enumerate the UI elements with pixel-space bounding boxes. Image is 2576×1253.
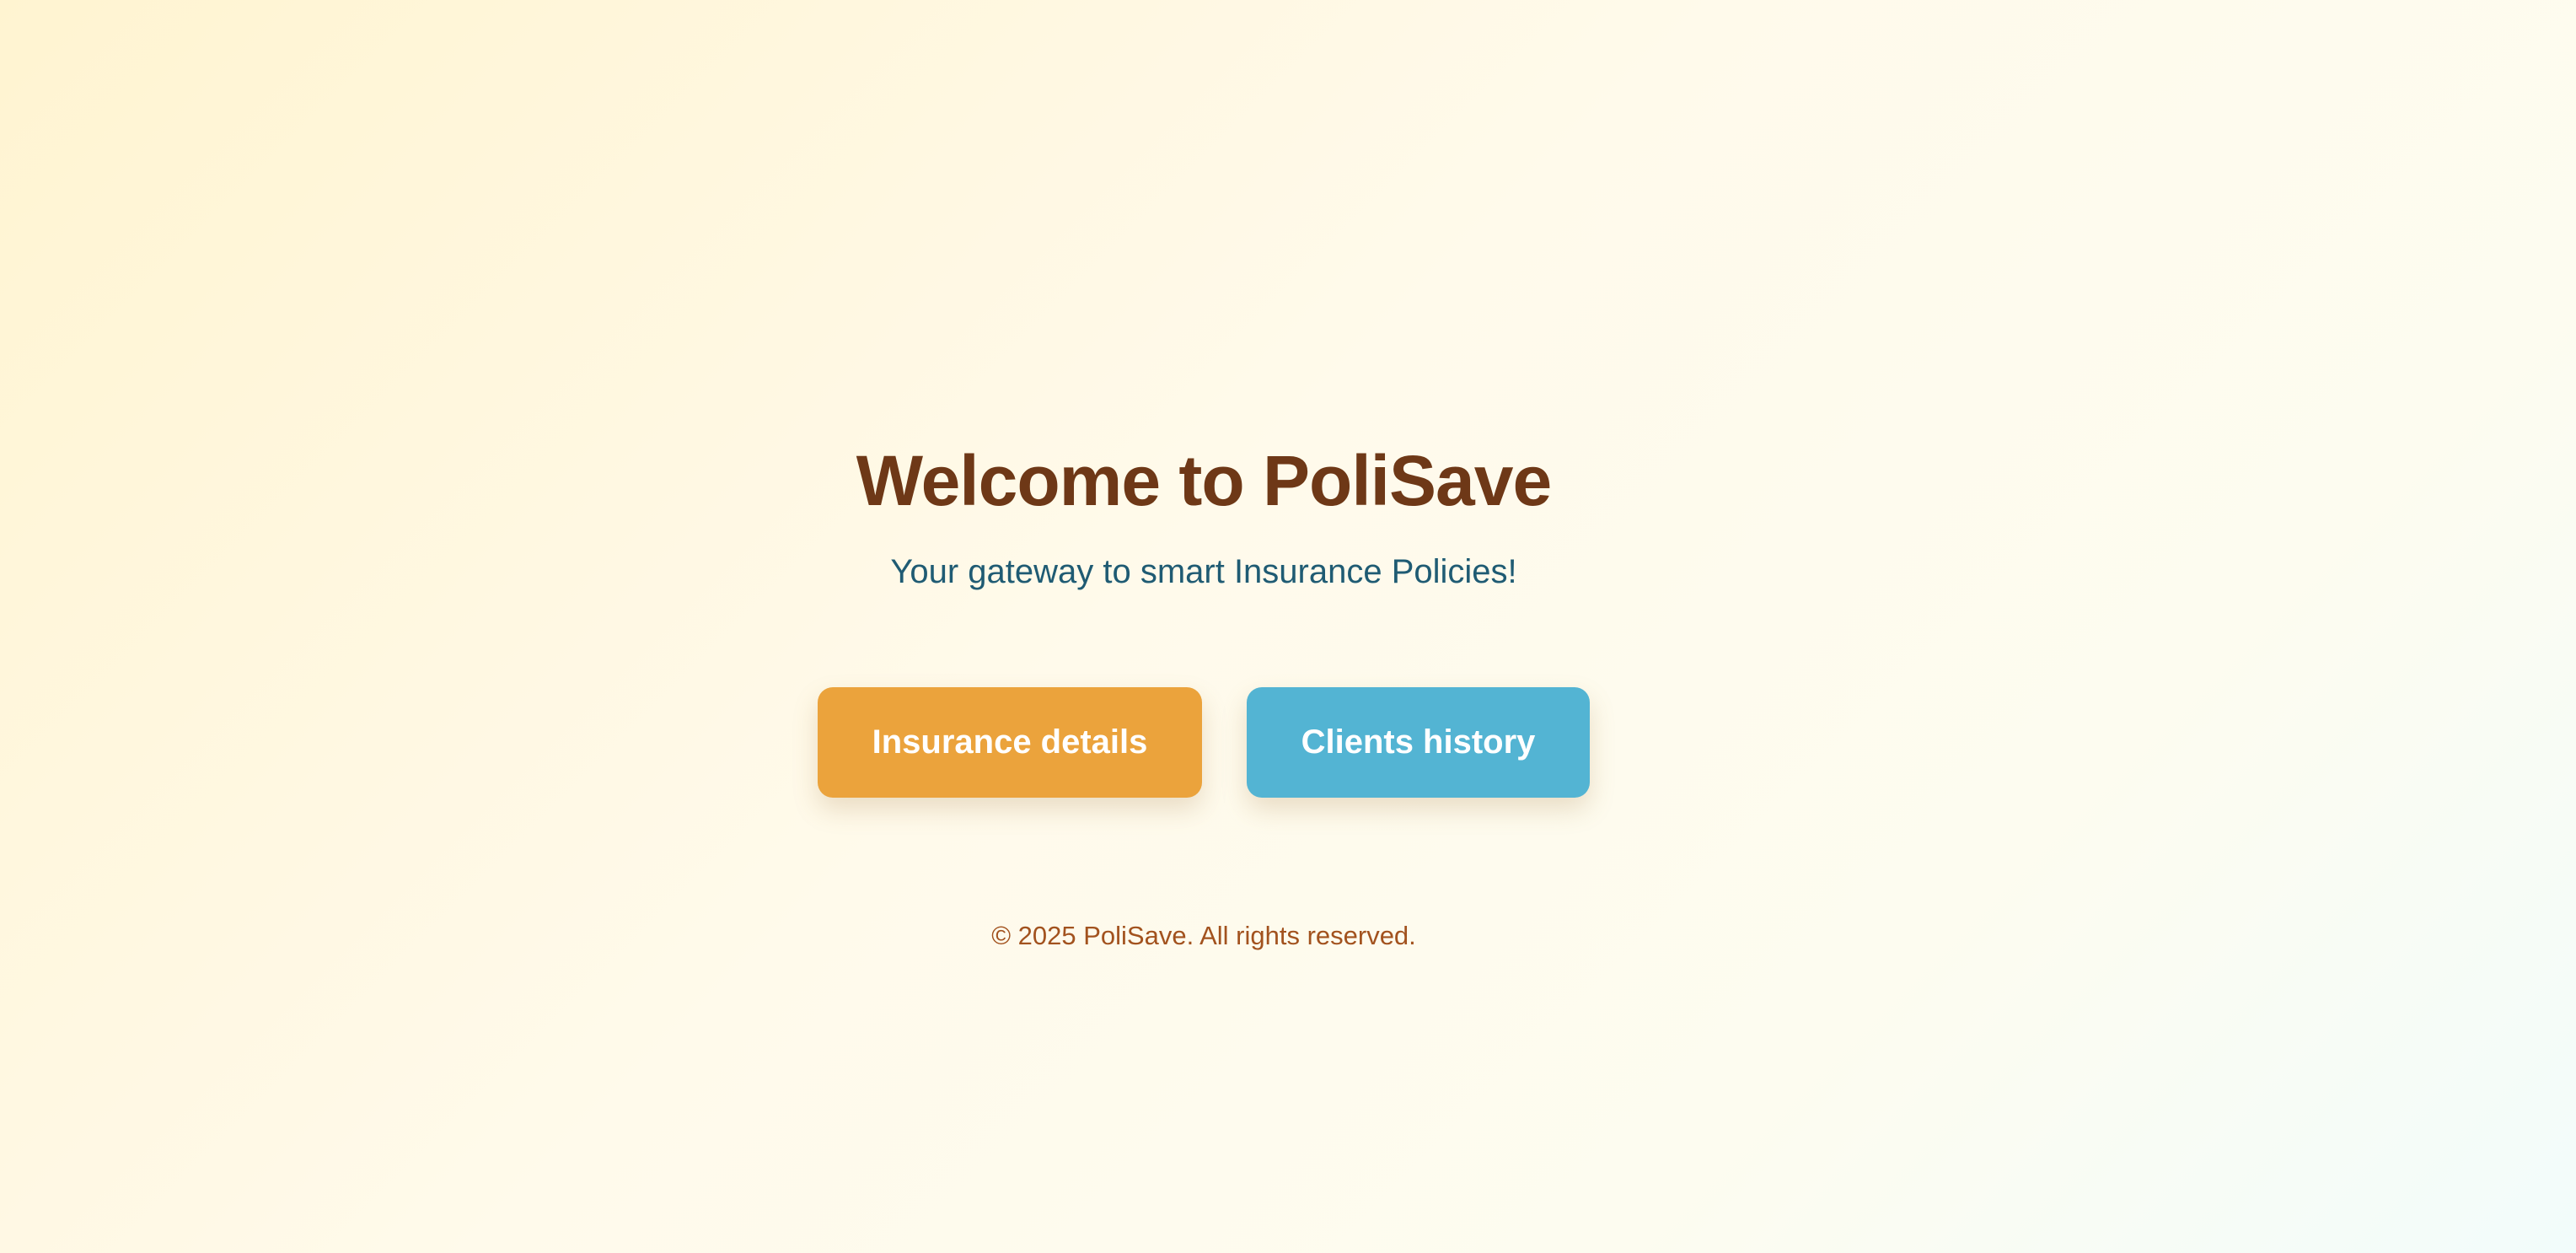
page-title: Welcome to PoliSave: [856, 441, 1552, 520]
insurance-details-button[interactable]: Insurance details: [818, 687, 1202, 798]
hero-section: Welcome to PoliSave Your gateway to smar…: [0, 0, 2407, 1253]
footer-copyright: © 2025 PoliSave. All rights reserved.: [991, 921, 1416, 950]
clients-history-button[interactable]: Clients history: [1247, 687, 1590, 798]
page-subtitle: Your gateway to smart Insurance Policies…: [890, 553, 1517, 590]
